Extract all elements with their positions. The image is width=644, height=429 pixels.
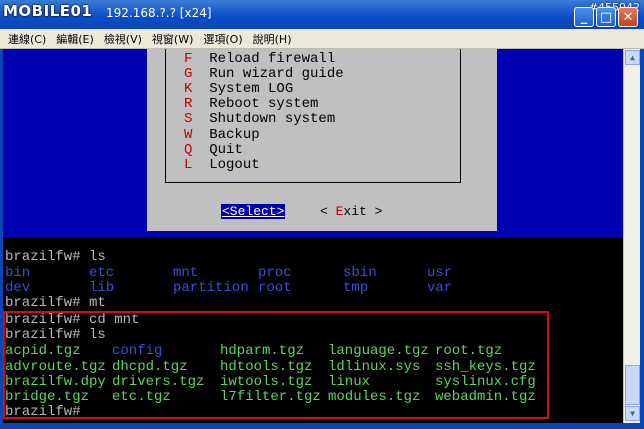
file-entry: ssh_keys.tgz — [435, 359, 536, 375]
menu-window[interactable]: 視窗(W) — [152, 31, 193, 47]
prompt-mt: brazilfw# mt — [5, 295, 106, 311]
ls-entry: sbin — [343, 265, 377, 281]
menu-item-system-log[interactable]: K System LOG — [184, 81, 293, 97]
menu-item-logout[interactable]: L Logout — [184, 157, 260, 173]
file-entry: hdparm.tgz — [220, 343, 305, 359]
file-entry: ldlinux.sys — [328, 359, 421, 375]
file-entry: etc.tgz — [112, 389, 171, 405]
file-entry: language.tgz — [328, 343, 429, 359]
ls-entry: dev — [5, 280, 31, 296]
file-entry: hdtools.tgz — [220, 359, 313, 375]
file-entry: drivers.tgz — [112, 374, 205, 390]
menu-edit[interactable]: 編輯(E) — [56, 31, 94, 47]
menu-view[interactable]: 檢視(V) — [104, 31, 142, 47]
scroll-down-icon[interactable]: ▼ — [625, 406, 640, 421]
file-entry: syslinux.cfg — [435, 374, 536, 390]
prompt-ls: brazilfw# ls — [5, 249, 106, 265]
ls-entry: tmp — [343, 280, 369, 296]
file-entry: l7filter.tgz — [220, 389, 321, 405]
window-title: 192.168.?.? [x24] — [106, 6, 212, 20]
maximize-icon[interactable]: □ — [596, 7, 616, 27]
menu-dialog: F Reload firewall G Run wizard guide K S… — [147, 49, 497, 231]
menu-bar: 連線(C) 編輯(E) 檢視(V) 視窗(W) 選項(O) 說明(H) — [0, 29, 644, 49]
title-bar: MOBILE01 192.168.?.? [x24] #455942 _ □ ✕ — [0, 0, 644, 29]
menu-dialog-list: F Reload firewall G Run wizard guide K S… — [165, 49, 461, 183]
ls-entry: proc — [258, 265, 292, 281]
window-controls: _ □ ✕ — [574, 7, 638, 27]
close-icon[interactable]: ✕ — [618, 7, 638, 27]
file-entry: modules.tgz — [328, 389, 421, 405]
minimize-icon[interactable]: _ — [574, 7, 594, 27]
menu-connect[interactable]: 連線(C) — [8, 31, 46, 47]
dir-entry: config — [112, 343, 163, 359]
menu-item-quit[interactable]: Q Quit — [184, 142, 243, 158]
file-entry: acpid.tgz — [5, 343, 81, 359]
ls-entry: root — [258, 280, 292, 296]
menu-item-reload-firewall[interactable]: F Reload firewall — [184, 51, 335, 67]
file-entry: brazilfw.dpy — [5, 374, 106, 390]
scrollbar-thumb[interactable] — [625, 365, 640, 405]
menu-item-run-wizard[interactable]: G Run wizard guide — [184, 66, 344, 82]
file-entry: dhcpd.tgz — [112, 359, 188, 375]
file-entry: root.tgz — [435, 343, 503, 359]
menu-item-reboot[interactable]: R Reboot system — [184, 96, 318, 112]
scroll-up-icon[interactable]: ▲ — [625, 50, 640, 65]
ls-entry: usr — [427, 265, 453, 281]
menu-item-shutdown[interactable]: S Shutdown system — [184, 111, 335, 127]
vertical-scrollbar[interactable]: ▲ ▼ — [623, 49, 640, 423]
file-entry: bridge.tgz — [5, 389, 90, 405]
ls-entry: mnt — [173, 265, 199, 281]
select-button[interactable]: <Select> — [221, 204, 286, 219]
ls-entry: etc — [89, 265, 115, 281]
file-entry: advroute.tgz — [5, 359, 106, 375]
prompt-ls-mnt: brazilfw# ls — [5, 327, 106, 343]
menu-help[interactable]: 說明(H) — [253, 31, 292, 47]
file-entry: webadmin.tgz — [435, 389, 536, 405]
ls-entry: partition — [173, 280, 249, 296]
menu-options[interactable]: 選項(O) — [203, 31, 242, 47]
window-border-right — [640, 49, 644, 429]
prompt-final: brazilfw# — [5, 404, 81, 420]
ls-entry: lib — [89, 280, 115, 296]
menu-item-backup[interactable]: W Backup — [184, 127, 260, 143]
ls-entry: bin — [5, 265, 31, 281]
prompt-cd-mnt: brazilfw# cd mnt — [5, 312, 140, 328]
file-entry: linux — [328, 374, 371, 390]
terminal-screen[interactable]: F Reload firewall G Run wizard guide K S… — [3, 49, 623, 423]
exit-button[interactable]: < Exit > — [320, 204, 382, 219]
ls-entry: var — [427, 280, 453, 296]
window-border-bottom — [0, 423, 644, 429]
file-entry: iwtools.tgz — [220, 374, 313, 390]
mobile01-logo: MOBILE01 — [3, 2, 93, 20]
